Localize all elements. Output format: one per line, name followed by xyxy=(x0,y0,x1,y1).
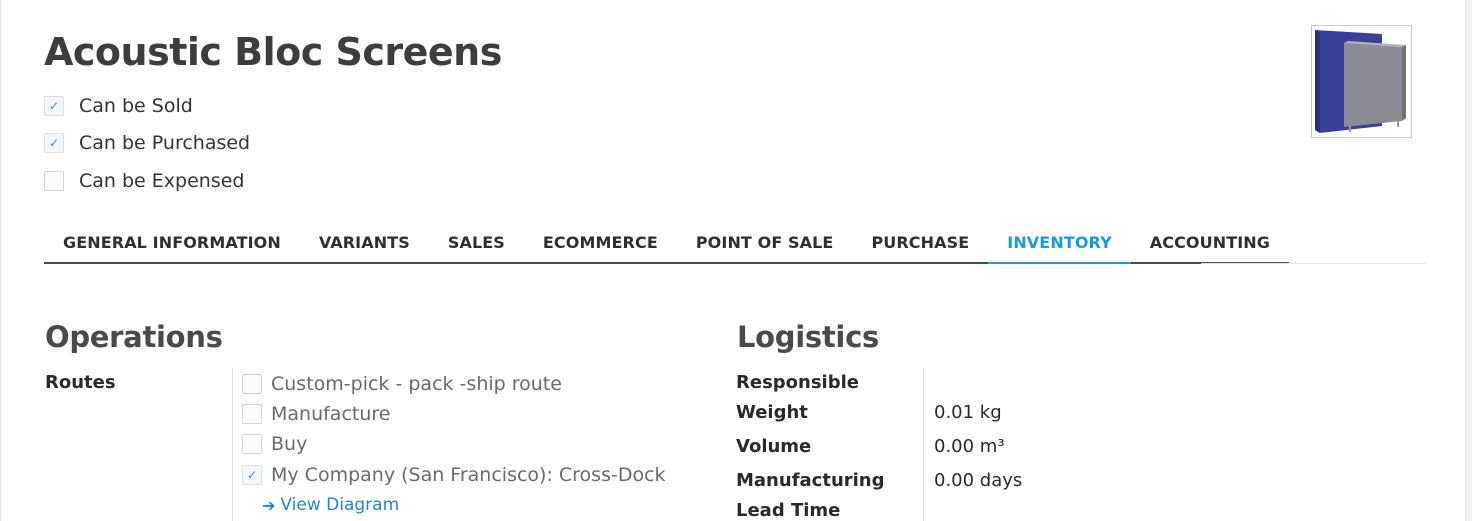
route-cross-dock-checkbox[interactable]: ✓ xyxy=(242,465,262,485)
route-manufacture-label: Manufacture xyxy=(271,403,391,425)
tab-inventory[interactable]: INVENTORY xyxy=(988,222,1131,264)
can-be-expensed-row[interactable]: Can be Expensed xyxy=(44,169,244,193)
manufacturing-lead-time-value[interactable]: 0.00 days xyxy=(934,470,1022,491)
product-image[interactable] xyxy=(1311,25,1412,138)
responsible-label: Responsible xyxy=(736,372,859,393)
can-be-purchased-checkbox[interactable]: ✓ xyxy=(44,133,64,153)
tab-bar-divider xyxy=(1201,263,1426,264)
tab-bar: GENERAL INFORMATION VARIANTS SALES ECOMM… xyxy=(44,222,1290,264)
logistics-title: Logistics xyxy=(737,320,879,354)
scroll-gutter xyxy=(1466,0,1472,521)
route-custom-pick-row[interactable]: Custom-pick - pack -ship route xyxy=(242,373,562,395)
checkmark-icon: ✓ xyxy=(48,136,60,150)
form-sheet: Acoustic Bloc Screens ✓ Can be Sold ✓ Ca… xyxy=(0,0,1466,521)
operations-title: Operations xyxy=(45,320,223,354)
can-be-purchased-row[interactable]: ✓ Can be Purchased xyxy=(44,131,250,155)
routes-label: Routes xyxy=(45,372,116,393)
can-be-sold-label: Can be Sold xyxy=(79,95,193,117)
volume-label: Volume xyxy=(736,436,812,457)
checkmark-icon: ✓ xyxy=(48,99,60,113)
checkmark-icon: ✓ xyxy=(246,468,258,482)
route-buy-checkbox[interactable] xyxy=(242,434,262,454)
product-title[interactable]: Acoustic Bloc Screens xyxy=(44,30,502,74)
route-manufacture-checkbox[interactable] xyxy=(242,404,262,424)
manufacturing-lead-time-label-line2: Lead Time xyxy=(736,500,841,521)
route-cross-dock-row[interactable]: ✓ My Company (San Francisco): Cross-Dock xyxy=(242,464,666,486)
route-custom-pick-checkbox[interactable] xyxy=(242,374,262,394)
route-buy-label: Buy xyxy=(271,433,308,455)
route-manufacture-row[interactable]: Manufacture xyxy=(242,403,390,425)
can-be-purchased-label: Can be Purchased xyxy=(79,132,251,154)
volume-value[interactable]: 0.00 m³ xyxy=(934,436,1005,457)
tab-point-of-sale[interactable]: POINT OF SALE xyxy=(677,222,853,262)
can-be-expensed-checkbox[interactable] xyxy=(44,171,64,191)
routes-divider xyxy=(232,368,233,521)
tab-accounting[interactable]: ACCOUNTING xyxy=(1131,222,1289,262)
can-be-sold-row[interactable]: ✓ Can be Sold xyxy=(44,94,193,118)
view-diagram-link[interactable]: ➔ View Diagram xyxy=(262,495,399,515)
tab-general-information[interactable]: GENERAL INFORMATION xyxy=(44,222,300,262)
tab-purchase[interactable]: PURCHASE xyxy=(852,222,988,262)
tab-sales[interactable]: SALES xyxy=(429,222,524,262)
weight-value[interactable]: 0.01 kg xyxy=(934,402,1002,423)
can-be-expensed-label: Can be Expensed xyxy=(79,170,245,192)
arrow-right-icon: ➔ xyxy=(262,495,276,515)
manufacturing-lead-time-label-line1: Manufacturing xyxy=(736,470,885,491)
can-be-sold-checkbox[interactable]: ✓ xyxy=(44,96,64,116)
tab-ecommerce[interactable]: ECOMMERCE xyxy=(524,222,677,262)
product-screen-image-icon xyxy=(1312,26,1411,137)
route-cross-dock-label: My Company (San Francisco): Cross-Dock xyxy=(271,464,666,486)
weight-label: Weight xyxy=(736,402,808,423)
tab-variants[interactable]: VARIANTS xyxy=(300,222,429,262)
route-custom-pick-label: Custom-pick - pack -ship route xyxy=(271,373,562,395)
route-buy-row[interactable]: Buy xyxy=(242,433,307,455)
view-diagram-label: View Diagram xyxy=(280,495,400,515)
logistics-divider xyxy=(923,368,924,521)
